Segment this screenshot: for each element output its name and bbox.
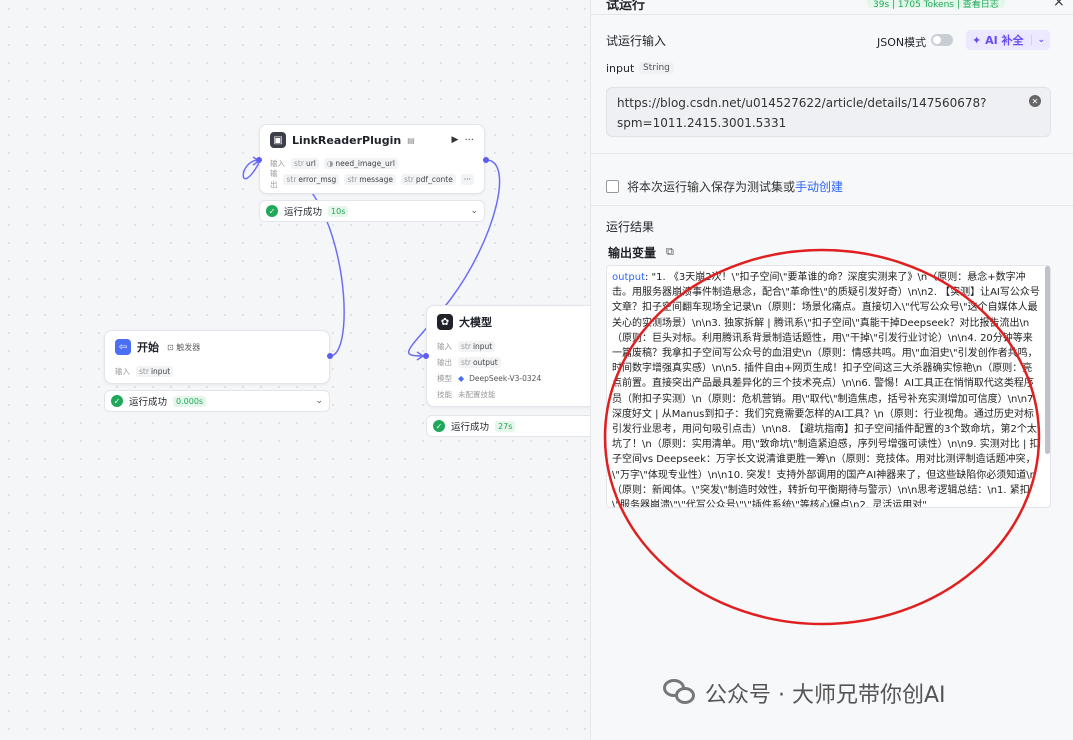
param-tag: str message xyxy=(344,173,396,185)
inputs-label: 输入 xyxy=(115,366,130,376)
json-mode-label: JSON模式 xyxy=(877,36,927,49)
save-testset-text: 将本次运行输入保存为测试集或手动创建 xyxy=(627,180,844,194)
divider xyxy=(591,14,1073,15)
model-name: DeepSeek-V3-0324 xyxy=(469,373,542,383)
node-title: LinkReaderPlugin xyxy=(292,133,402,147)
success-icon: ✓ xyxy=(433,420,445,432)
node-inputs-row: 输入 str input xyxy=(105,363,329,379)
ai-complete-button[interactable]: ✦ AI 补全 ⌄ xyxy=(966,30,1050,50)
success-icon: ✓ xyxy=(111,395,123,407)
param-tag: str url xyxy=(291,157,319,169)
panel-title: 试运行 xyxy=(606,0,646,13)
node-outputs-row: 输出 str error_msg str message str pdf_conte … xyxy=(260,169,484,189)
more-icon[interactable]: ··· xyxy=(464,135,474,146)
llm-node[interactable]: ✿ 大模型 输入 str input 输出 str output 模型 ◆ Deep… xyxy=(426,305,590,407)
skill-value: 未配置技能 xyxy=(458,389,496,399)
node-outputs-row: 输出 str output xyxy=(427,354,590,370)
trigger-badge: ⊡ 触发器 xyxy=(167,342,201,352)
divider xyxy=(591,205,1073,206)
output-text-area[interactable]: output: "1. 《3天崩2次！\"扣子空间\"要革谁的命？深度实测来了》… xyxy=(606,265,1051,508)
llm-icon: ✿ xyxy=(437,314,453,330)
divider xyxy=(591,153,1073,154)
input-url-field[interactable]: https://blog.csdn.net/u014527622/article… xyxy=(606,87,1051,137)
copy-icon[interactable]: ⧉ xyxy=(666,245,674,259)
run-input-title: 试运行输入 xyxy=(606,34,667,48)
more-params[interactable]: ··· xyxy=(460,173,474,185)
clear-icon[interactable]: ✕ xyxy=(1029,95,1041,107)
status-text: 运行成功 xyxy=(284,207,323,218)
node-title: 大模型 xyxy=(459,316,492,329)
start-node[interactable]: ⇦ 开始 ⊡ 触发器 输入 str input xyxy=(104,330,330,384)
workflow-canvas[interactable]: ▣ LinkReaderPlugin ▤ ▶ ··· 输入 str url ◑ ne… xyxy=(0,0,590,740)
status-text: 运行成功 xyxy=(451,422,490,433)
manual-create-link[interactable]: 手动创建 xyxy=(795,180,843,194)
node-inputs-row: 输入 str url ◑ need_image_url xyxy=(260,155,484,171)
chevron-down-icon[interactable]: ⌄ xyxy=(470,206,478,216)
sparkle-icon: ✦ xyxy=(972,34,982,47)
param-tag: str pdf_conte xyxy=(400,173,456,185)
port-start-out[interactable] xyxy=(327,353,333,359)
input-label: input xyxy=(606,62,635,75)
param-tag: str input xyxy=(136,365,174,377)
port-llm-in[interactable] xyxy=(423,353,429,359)
run-node-icon[interactable]: ▶ xyxy=(452,135,459,145)
run-time: 27s xyxy=(495,420,516,432)
inputs-label: 输入 xyxy=(437,341,452,351)
chevron-down-icon[interactable]: ⌄ xyxy=(315,396,323,406)
link-node-status[interactable]: ✓ 运行成功 10s ⌄ xyxy=(259,200,485,222)
ai-button-label: AI 补全 xyxy=(985,34,1024,47)
outputs-label: 输出 xyxy=(437,357,452,367)
output-key: output xyxy=(612,272,645,283)
inputs-label: 输入 xyxy=(270,158,285,168)
llm-node-status[interactable]: ✓ 运行成功 27s xyxy=(426,415,590,437)
link-reader-node[interactable]: ▣ LinkReaderPlugin ▤ ▶ ··· 输入 str url ◑ ne… xyxy=(259,124,485,194)
run-time: 0.000s xyxy=(173,395,207,407)
document-icon: ▤ xyxy=(407,135,415,145)
port-link-out[interactable] xyxy=(483,157,489,163)
run-time: 10s xyxy=(328,205,349,217)
save-testset-checkbox[interactable] xyxy=(606,180,619,193)
close-icon[interactable]: × xyxy=(1053,0,1065,10)
json-mode-toggle[interactable] xyxy=(931,34,953,46)
node-model-row: 模型 ◆ DeepSeek-V3-0324 xyxy=(427,370,590,386)
watermark-text: 公众号 · 大师兄带你创AI xyxy=(705,683,946,708)
node-inputs-row: 输入 str input xyxy=(427,338,590,354)
status-text: 运行成功 xyxy=(129,397,168,408)
test-run-panel: 试运行 39s | 1705 Tokens | 查看日志 × 试运行输入 JSO… xyxy=(590,0,1073,740)
param-tag: ◑ need_image_url xyxy=(323,157,398,169)
port-link-in[interactable] xyxy=(256,157,262,163)
result-title: 运行结果 xyxy=(606,220,655,234)
model-label: 模型 xyxy=(437,373,452,383)
chevron-down-icon[interactable]: ⌄ xyxy=(1031,35,1050,45)
model-icon: ◆ xyxy=(458,373,465,383)
skill-label: 技能 xyxy=(437,389,452,399)
node-title: 开始 xyxy=(137,341,159,354)
node-skill-row: 技能 未配置技能 xyxy=(427,386,590,402)
output-value: : "1. 《3天崩2次！\"扣子空间\"要革谁的命？深度实测来了》\n（原则：… xyxy=(612,272,1040,508)
start-node-status[interactable]: ✓ 运行成功 0.000s ⌄ xyxy=(104,390,330,412)
start-icon: ⇦ xyxy=(115,339,131,355)
output-var-title: 输出变量 xyxy=(608,246,657,260)
wechat-icon xyxy=(663,679,697,707)
watermark: 公众号 · 大师兄带你创AI xyxy=(663,677,946,709)
plugin-icon: ▣ xyxy=(270,132,286,148)
param-tag: str output xyxy=(458,356,501,368)
input-type-tag: String xyxy=(639,62,674,74)
param-tag: str error_msg xyxy=(283,173,340,185)
output-scrollbar[interactable] xyxy=(1045,266,1050,454)
run-stats-badge[interactable]: 39s | 1705 Tokens | 查看日志 xyxy=(867,0,1005,10)
param-tag: str input xyxy=(458,340,496,352)
outputs-label: 输出 xyxy=(270,169,278,189)
success-icon: ✓ xyxy=(266,205,278,217)
